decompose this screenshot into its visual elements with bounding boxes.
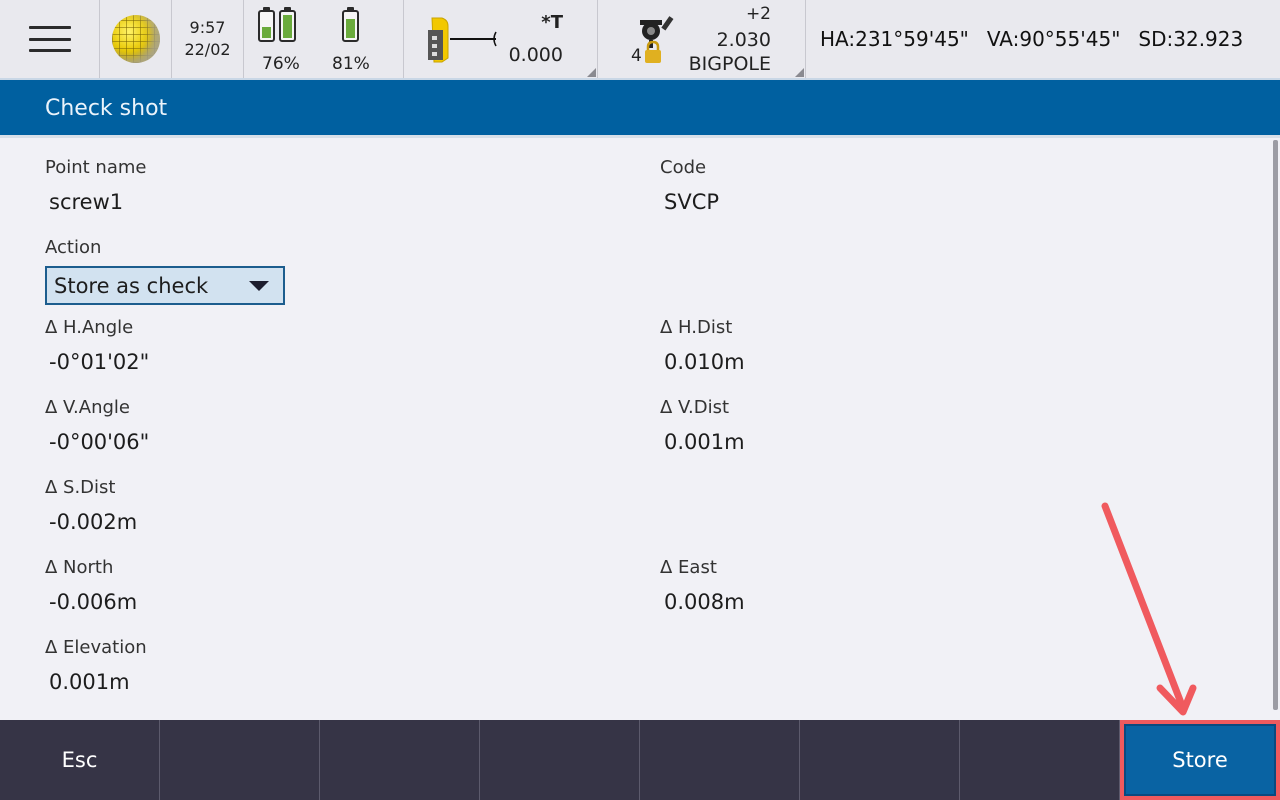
field-value: -0°01'02": [49, 350, 150, 374]
date: 22/02: [184, 40, 231, 59]
vertical-angle: VA:90°55'45": [986, 27, 1121, 51]
battery-icon: [342, 7, 359, 42]
field-value: SVCP: [664, 190, 720, 214]
field-label: Δ North: [45, 557, 114, 578]
hamburger-menu-icon[interactable]: [28, 26, 71, 52]
softkey-empty[interactable]: [960, 720, 1120, 800]
delta-h-dist-field: Δ H.Dist 0.010m: [660, 317, 745, 374]
battery-icon: [258, 7, 275, 42]
dropdown-value: Store as check: [54, 273, 209, 298]
field-value: -0.002m: [49, 510, 138, 534]
battery-percent: 81%: [332, 54, 370, 74]
field-label: Δ H.Dist: [660, 317, 733, 338]
time: 9:57: [189, 18, 226, 37]
title-bar: Check shot: [0, 80, 1280, 138]
field-label: Action: [45, 237, 102, 258]
slope-distance: SD:32.923: [1138, 27, 1244, 51]
softkey-empty[interactable]: [640, 720, 800, 800]
battery-percent: 76%: [262, 54, 300, 74]
measurement-readout: HA:231°59'45" VA:90°55'45" SD:32.923: [806, 0, 1280, 78]
battery-icon: [279, 7, 296, 42]
target-number: 4: [631, 46, 642, 66]
battery-fill: [283, 15, 292, 38]
field-value: 0.010m: [664, 350, 745, 374]
instrument-offset: 0.000: [508, 44, 563, 66]
status-bar: 9:57 22/02 76% 81% *T 0.000 4 +2 2.030 B…: [0, 0, 1280, 80]
menu-button[interactable]: [0, 0, 100, 78]
prism-offset: +2: [745, 4, 771, 24]
action-label-wrap: Action: [45, 237, 101, 258]
esc-button[interactable]: Esc: [0, 720, 160, 800]
delta-h-angle-field: Δ H.Angle -0°01'02": [45, 317, 149, 374]
prism-constant: *T: [541, 12, 563, 33]
delta-elevation-field: Δ Elevation 0.001m: [45, 637, 147, 694]
delta-v-angle-field: Δ V.Angle -0°00'06": [45, 397, 149, 454]
battery-fill: [346, 18, 355, 38]
point-name-field: Point name screw1: [45, 157, 146, 214]
battery-group-1: [258, 7, 296, 42]
field-label: Δ V.Dist: [660, 397, 730, 418]
field-value: 0.008m: [664, 590, 745, 614]
globe-icon: [111, 15, 160, 63]
target-status[interactable]: 4 +2 2.030 BIGPOLE: [598, 0, 806, 78]
delta-north-field: Δ North -0.006m: [45, 557, 137, 614]
instrument-status[interactable]: *T 0.000: [404, 0, 598, 78]
check-shot-form: Point name screw1 Code SVCP Action Store…: [0, 140, 1280, 720]
field-label: Code: [660, 157, 707, 178]
field-value: 0.001m: [49, 670, 130, 694]
battery-group-2: [342, 7, 359, 42]
chevron-down-icon: [249, 281, 269, 291]
field-value: 0.001m: [664, 430, 745, 454]
field-label: Δ Elevation: [45, 637, 147, 658]
lock-icon: [645, 40, 661, 63]
delta-east-field: Δ East 0.008m: [660, 557, 745, 614]
softkey-empty[interactable]: [320, 720, 480, 800]
code-field: Code SVCP: [660, 157, 719, 214]
field-value: -0°00'06": [49, 430, 150, 454]
field-label: Δ V.Angle: [45, 397, 130, 418]
field-label: Point name: [45, 157, 147, 178]
target-height: 2.030: [716, 29, 771, 51]
coordinate-system-button[interactable]: [100, 0, 172, 78]
action-dropdown[interactable]: Store as check: [45, 266, 285, 305]
softkey-empty[interactable]: [480, 720, 640, 800]
softkey-empty[interactable]: [160, 720, 320, 800]
delta-s-dist-field: Δ S.Dist -0.002m: [45, 477, 137, 534]
field-label: Δ S.Dist: [45, 477, 116, 498]
total-station-icon: [428, 17, 497, 63]
softkey-empty[interactable]: [800, 720, 960, 800]
target-name: BIGPOLE: [688, 53, 771, 75]
horizontal-angle: HA:231°59'45": [820, 27, 969, 51]
battery-status[interactable]: 76% 81%: [244, 0, 404, 78]
field-label: Δ H.Angle: [45, 317, 134, 338]
clock: 9:57 22/02: [172, 0, 244, 78]
page-title: Check shot: [45, 96, 168, 121]
corner-indicator: [587, 68, 596, 77]
delta-v-dist-field: Δ V.Dist 0.001m: [660, 397, 745, 454]
field-value: screw1: [49, 190, 124, 214]
corner-indicator: [795, 68, 804, 77]
softkey-bar: Esc Store: [0, 720, 1280, 800]
field-label: Δ East: [660, 557, 717, 578]
store-button[interactable]: Store: [1120, 720, 1280, 800]
battery-fill: [262, 27, 271, 38]
field-value: -0.006m: [49, 590, 138, 614]
scrollbar[interactable]: [1273, 140, 1278, 710]
